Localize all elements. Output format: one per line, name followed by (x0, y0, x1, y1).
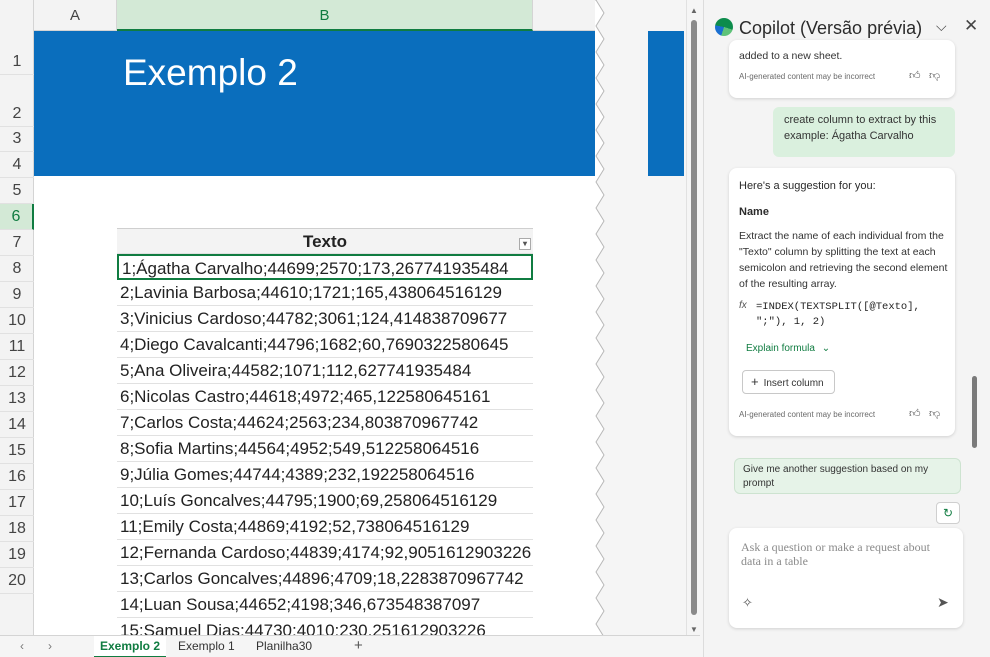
table-row[interactable]: 10;Luís Goncalves;44795;1900;69,25806451… (117, 488, 533, 514)
sheet-title: Exemplo 2 (123, 52, 298, 93)
ai-disclaimer: AI-generated content may be incorrect (739, 72, 876, 81)
table-row[interactable]: 11;Emily Costa;44869;4192;52,73806451612… (117, 514, 533, 540)
column-header-a[interactable]: A (34, 0, 117, 31)
ai-disclaimer: AI-generated content may be incorrect (739, 410, 876, 419)
row-header[interactable]: 10 (0, 308, 34, 334)
thumbs-up-icon[interactable]: 👍︎ (909, 407, 921, 420)
table-row[interactable]: 8;Sofia Martins;44564;4952;549,512258064… (117, 436, 533, 462)
tab-planilha30[interactable]: Planilha30 (250, 636, 318, 657)
add-sheet-button[interactable]: + (354, 637, 363, 654)
previous-response-text: added to a new sheet. (739, 50, 843, 62)
table-row[interactable]: 5;Ana Oliveira;44582;1071;112,6277419354… (117, 358, 533, 384)
suggestion-card: Here's a suggestion for you: Name Extrac… (729, 168, 955, 436)
chat-input[interactable] (741, 540, 951, 586)
suggestion-chip[interactable]: Give me another suggestion based on my p… (734, 458, 961, 494)
row-header[interactable]: 20 (0, 568, 34, 594)
worksheet: A B 1 2 3 4 5 6 7 8 9 10 11 12 13 14 15 16 17 18 19 20 Exem… (0, 0, 600, 635)
table-row[interactable]: 7;Carlos Costa;44624;2563;234,8038709677… (117, 410, 533, 436)
copilot-logo-icon (715, 18, 733, 36)
row-header[interactable]: 17 (0, 490, 34, 516)
excel-window: A B 1 2 3 4 5 6 7 8 9 10 11 12 13 14 15 16 17 18 19 20 Exem… (0, 0, 990, 657)
close-icon[interactable]: ✕ (964, 16, 978, 36)
chevron-down-icon: ⌄ (821, 343, 831, 354)
table-row[interactable]: 13;Carlos Goncalves;44896;4709;18,228387… (117, 566, 533, 592)
row-header[interactable]: 16 (0, 464, 34, 490)
table-row[interactable]: 4;Diego Cavalcanti;44796;1682;60,7690322… (117, 332, 533, 358)
table-row[interactable]: 1;Ágatha Carvalho;44699;2570;173,2677419… (117, 254, 533, 280)
copilot-pane: Copilot (Versão prévia) ⌵ ✕ added to a n… (703, 0, 990, 657)
tab-exemplo-1[interactable]: Exemplo 1 (172, 636, 241, 657)
suggestion-intro: Here's a suggestion for you: (739, 180, 876, 192)
row-headers: 1 2 3 4 5 6 7 8 9 10 11 12 13 14 15 16 17 18 19 20 (0, 31, 34, 635)
table-row[interactable]: 14;Luan Sousa;44652;4198;346,67354838709… (117, 592, 533, 618)
table-row[interactable]: 3;Vinicius Cardoso;44782;3061;124,414838… (117, 306, 533, 332)
scroll-thumb[interactable] (691, 20, 697, 615)
column-header-c[interactable] (533, 0, 600, 31)
previous-response-card: added to a new sheet. AI-generated conte… (729, 40, 955, 98)
chat-input-box: ✧ ➤ (729, 528, 963, 628)
row-header[interactable]: 8 (0, 256, 34, 282)
explain-formula-label: Explain formula (746, 343, 815, 354)
table-row[interactable]: 15;Samuel Dias;44730;4010;230,2516129032… (117, 618, 533, 635)
row-header[interactable]: 2 (0, 75, 34, 127)
torn-edge-shape (595, 0, 605, 640)
row-header[interactable]: 3 (0, 127, 34, 152)
sparkle-icon[interactable]: ✧ (742, 595, 753, 611)
row-header[interactable]: 13 (0, 386, 34, 412)
plus-icon: + (751, 374, 759, 389)
copilot-title: Copilot (Versão prévia) (739, 18, 923, 38)
insert-column-label: Insert column (763, 378, 824, 389)
tab-exemplo-2[interactable]: Exemplo 2 (94, 636, 167, 657)
select-all-corner[interactable] (0, 0, 34, 31)
row-header[interactable]: 6 (0, 204, 34, 230)
thumbs-down-icon[interactable]: 👎︎ (929, 69, 940, 82)
user-message: create column to extract by this example… (773, 107, 955, 157)
suggestion-formula: =INDEX(TEXTSPLIT([@Texto], ";"), 1, 2) (756, 301, 920, 328)
filter-dropdown-icon[interactable]: ▾ (519, 238, 531, 250)
table-row[interactable]: 12;Fernanda Cardoso;44839;4174;92,905161… (117, 540, 533, 566)
table-header-texto[interactable]: Texto ▾ (117, 228, 533, 254)
row-header[interactable]: 19 (0, 542, 34, 568)
row-header[interactable]: 7 (0, 230, 34, 256)
copilot-scroll-thumb[interactable] (972, 376, 977, 448)
row-header[interactable]: 18 (0, 516, 34, 542)
column-header-b[interactable]: B (117, 0, 533, 31)
tab-next-icon[interactable]: › (48, 639, 52, 653)
copilot-scrollbar[interactable] (971, 60, 979, 650)
row-header[interactable]: 12 (0, 360, 34, 386)
tab-prev-icon[interactable]: ‹ (20, 639, 24, 653)
fx-icon: fx (739, 300, 747, 311)
table-row[interactable]: 9;Júlia Gomes;44744;4389;232,19225806451… (117, 462, 533, 488)
title-band-continuation (648, 31, 684, 176)
column-header-row: A B (0, 0, 600, 31)
title-band (34, 31, 600, 176)
thumbs-up-icon[interactable]: 👍︎ (909, 69, 921, 82)
row-header[interactable]: 14 (0, 412, 34, 438)
suggestion-description: Extract the name of each individual from… (739, 230, 948, 290)
insert-column-button[interactable]: + Insert column (742, 370, 835, 394)
table-header-label: Texto (302, 232, 348, 251)
suggestion-name: Name (739, 206, 769, 218)
row-header[interactable]: 1 (0, 31, 34, 75)
row-header[interactable]: 11 (0, 334, 34, 360)
row-header[interactable]: 5 (0, 178, 34, 204)
explain-formula-button[interactable]: Explain formula ⌄ (746, 343, 830, 354)
scroll-up-arrow-icon[interactable]: ▲ (690, 6, 698, 15)
refresh-icon[interactable]: ↻ (936, 502, 960, 524)
table-row[interactable]: 2;Lavinia Barbosa;44610;1721;165,4380645… (117, 280, 533, 306)
torn-edge (595, 0, 615, 640)
thumbs-down-icon[interactable]: 👎︎ (929, 407, 940, 420)
chevron-down-icon[interactable]: ⌵ (936, 18, 947, 35)
scroll-down-arrow-icon[interactable]: ▼ (690, 625, 698, 634)
sheet-vertical-scrollbar[interactable]: ▲ ▼ (686, 0, 700, 640)
table-row[interactable]: 6;Nicolas Castro;44618;4972;465,12258064… (117, 384, 533, 410)
sheet-tab-bar: ‹ › Exemplo 2 Exemplo 1 Planilha30 + (0, 635, 700, 657)
row-header[interactable]: 15 (0, 438, 34, 464)
row-header[interactable]: 9 (0, 282, 34, 308)
send-icon[interactable]: ➤ (937, 594, 949, 611)
row-header[interactable]: 4 (0, 152, 34, 178)
